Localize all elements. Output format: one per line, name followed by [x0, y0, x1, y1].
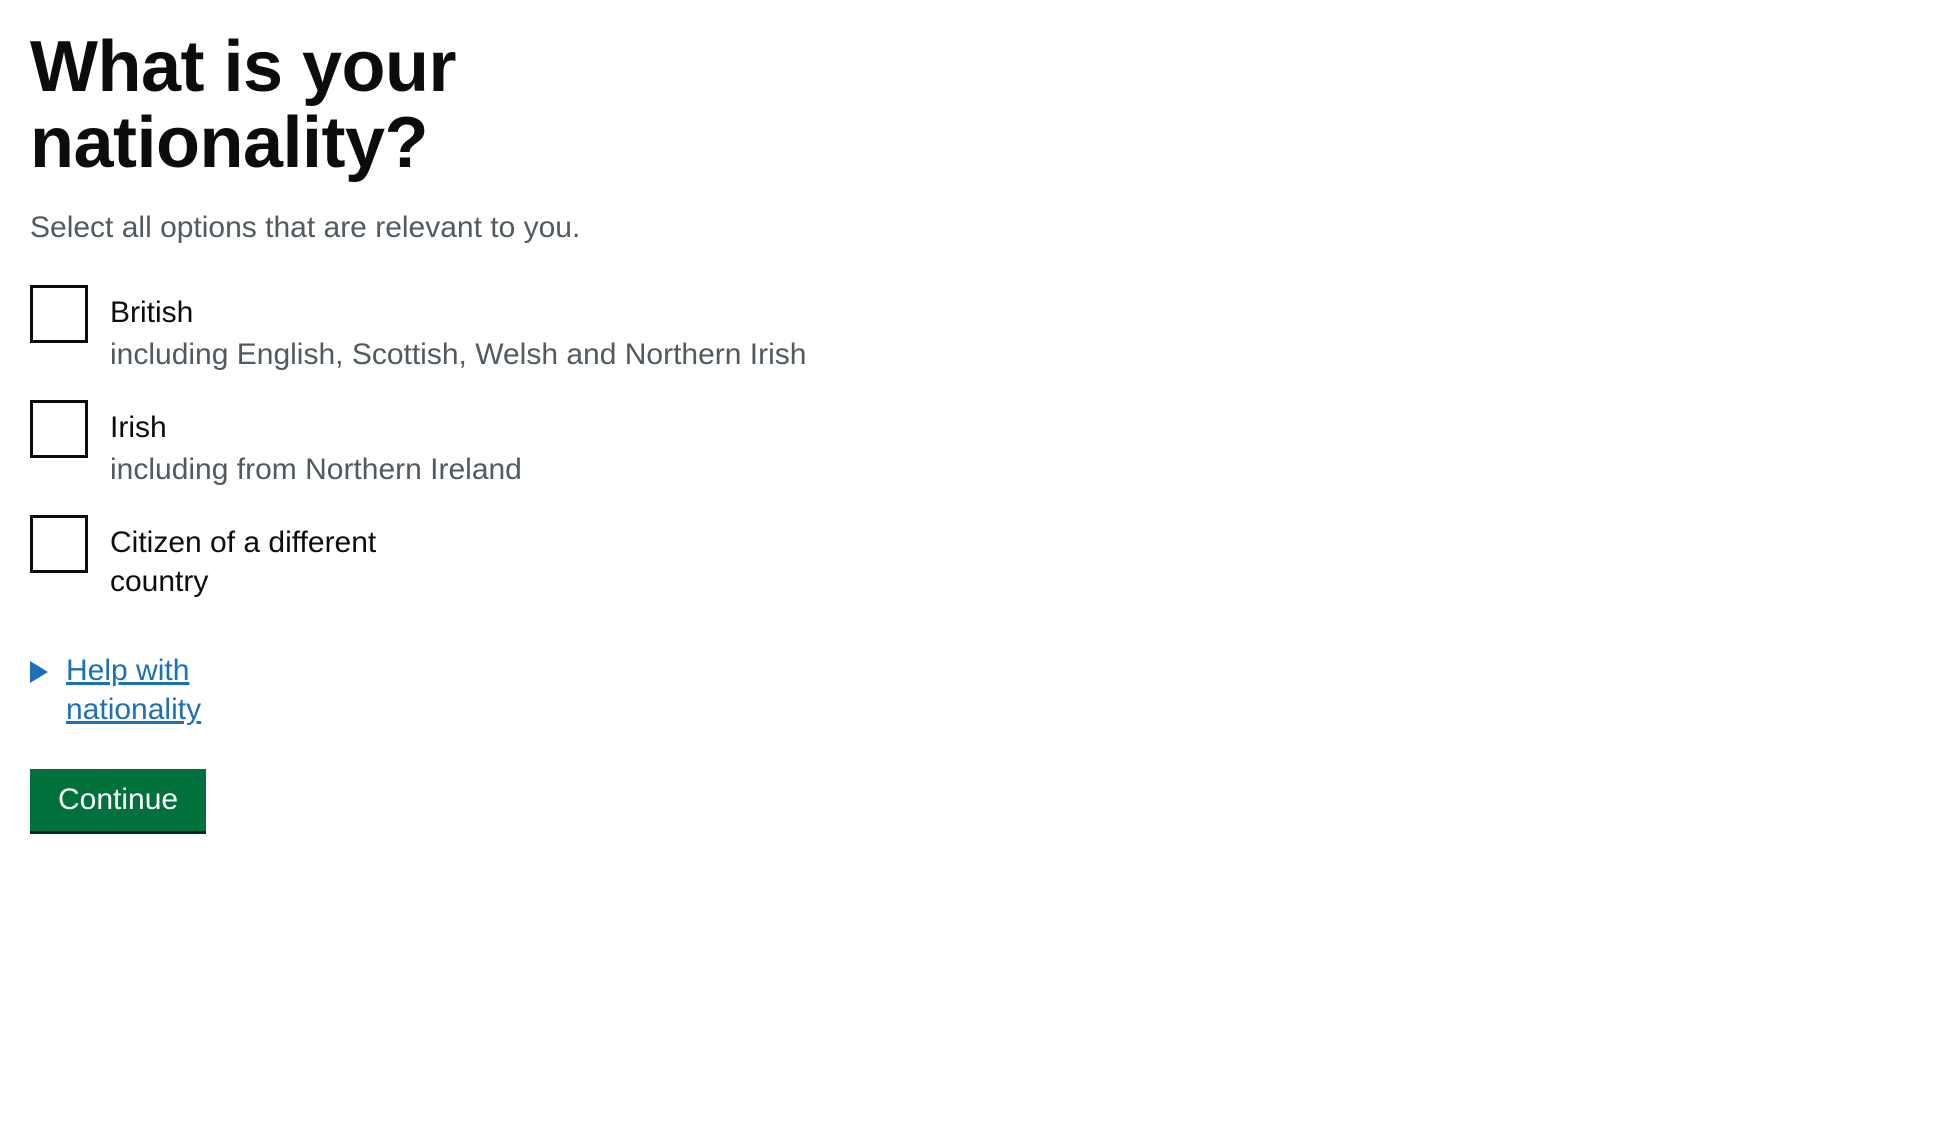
checkbox-label-wrap: Irish including from Northern Ireland	[110, 400, 522, 487]
details-summary-text: Help with nationality	[66, 651, 246, 729]
checkbox-hint: including from Northern Ireland	[110, 453, 522, 487]
page-heading: What is your nationality?	[30, 30, 730, 181]
checkbox-label[interactable]: Irish	[110, 408, 522, 447]
checkbox-label-wrap: British including English, Scottish, Wel…	[110, 285, 806, 372]
checkbox-british[interactable]	[30, 285, 88, 343]
checkbox-item-british: British including English, Scottish, Wel…	[30, 285, 1916, 372]
checkbox-label[interactable]: British	[110, 293, 806, 332]
checkbox-irish[interactable]	[30, 400, 88, 458]
disclosure-arrow-icon	[30, 661, 48, 683]
checkbox-group: British including English, Scottish, Wel…	[30, 285, 1916, 601]
checkbox-item-irish: Irish including from Northern Ireland	[30, 400, 1916, 487]
help-details-summary[interactable]: Help with nationality	[30, 651, 246, 729]
checkbox-hint: including English, Scottish, Welsh and N…	[110, 338, 806, 372]
checkbox-label-wrap: Citizen of a different country	[110, 515, 390, 601]
checkbox-label[interactable]: Citizen of a different country	[110, 523, 390, 601]
checkbox-other-country[interactable]	[30, 515, 88, 573]
checkbox-item-other: Citizen of a different country	[30, 515, 1916, 601]
help-details: Help with nationality	[30, 651, 1916, 729]
hint-text: Select all options that are relevant to …	[30, 211, 1916, 245]
continue-button[interactable]: Continue	[30, 769, 206, 831]
